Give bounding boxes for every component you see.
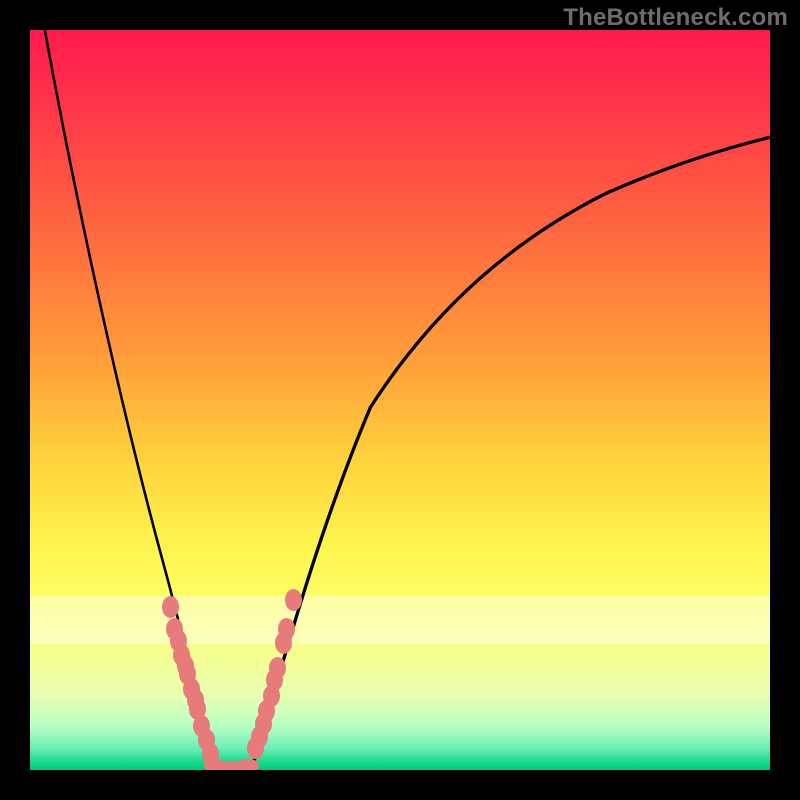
curve-right-branch: [252, 137, 770, 767]
highlight-dot: [237, 759, 259, 770]
watermark-label: TheBottleneck.com: [563, 4, 788, 32]
plot-area: [30, 30, 770, 770]
chart-frame: TheBottleneck.com: [0, 0, 800, 800]
highlight-dot: [285, 589, 302, 611]
bottleneck-curve: [30, 30, 770, 770]
